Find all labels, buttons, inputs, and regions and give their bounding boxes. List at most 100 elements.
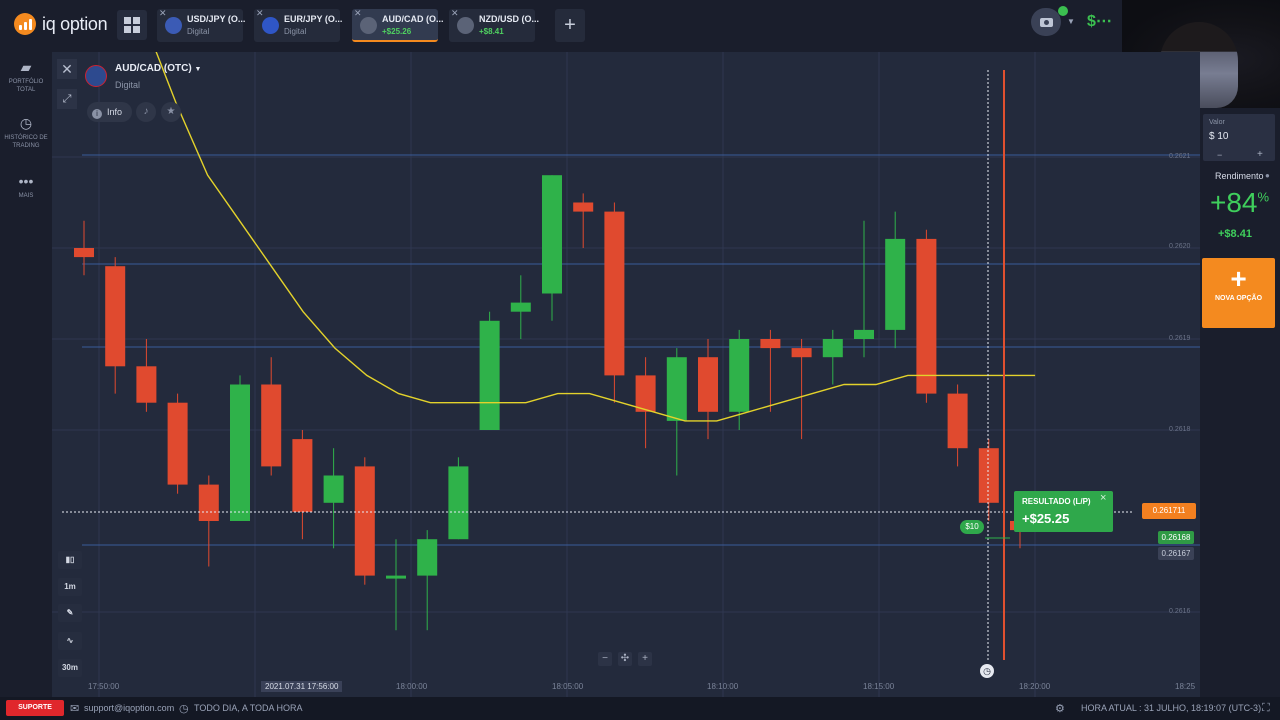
support-button[interactable]: SUPORTE [6, 700, 64, 716]
new-option-button[interactable]: + NOVA OPÇÃO [1202, 258, 1275, 328]
timeframe-button[interactable]: 1m [58, 578, 82, 596]
payout-percent: +84% [1210, 187, 1269, 219]
flag-icon [262, 17, 279, 34]
candle-body [791, 348, 812, 358]
sidebar-item-history[interactable]: ◷ HISTÓRICO DE TRADING [0, 116, 52, 150]
asset-tab-usd-jpy[interactable]: ✕ USD/JPY (O... Digital [157, 8, 246, 42]
info-icon: i [92, 109, 102, 119]
candle-body [947, 393, 968, 449]
increase-amount-button[interactable]: + [1257, 149, 1263, 160]
close-chart-button[interactable]: ✕ [57, 59, 77, 79]
candle-body [573, 202, 594, 212]
expand-chart-button[interactable]: ⤢ [57, 89, 77, 109]
chevron-down-icon[interactable]: ▼ [1067, 17, 1075, 26]
info-button[interactable]: i Info [87, 102, 132, 122]
grid-icon [124, 17, 140, 33]
briefcase-icon: ▰ [20, 59, 32, 75]
wave-icon: ∿ [66, 636, 74, 645]
candle-body [292, 439, 313, 512]
candle-body [417, 539, 438, 576]
zoom-in-button[interactable]: + [638, 652, 652, 666]
pencil-icon: ✎ [66, 608, 74, 617]
tab-profit: +$25.26 [382, 27, 412, 36]
y-tick-label: 0.2618 [1169, 426, 1191, 433]
candle-body [978, 448, 999, 503]
drawing-tools-button[interactable]: ✎ [58, 604, 82, 622]
add-tab-button[interactable]: + [555, 9, 585, 42]
current-price-label: 0.261711 [1142, 503, 1196, 519]
candle-body [822, 339, 843, 358]
asset-tab-eur-jpy[interactable]: ✕ EUR/JPY (O... Digital [254, 8, 342, 42]
x-tick-label: 18:05:00 [552, 682, 584, 691]
y-tick-label: 0.2619 [1169, 335, 1191, 342]
close-tab-icon[interactable]: ✕ [354, 8, 362, 19]
iq-option-logo[interactable]: iq option [14, 13, 108, 35]
candle-body [760, 339, 781, 349]
history-icon: ◷ [19, 115, 33, 131]
candle-period-button[interactable]: 30m [58, 659, 82, 677]
candle-body [666, 357, 687, 421]
close-icon[interactable]: × [1100, 492, 1106, 504]
indicators-button[interactable]: ∿ [58, 632, 82, 650]
sidebar-item-more[interactable]: ••• MAIS [0, 174, 52, 200]
flag-icon [165, 17, 182, 34]
candle-body [198, 484, 219, 521]
tab-profit: +$8.41 [479, 27, 504, 36]
tab-type: Digital [284, 27, 307, 36]
support-email[interactable]: support@iqoption.com [84, 703, 174, 713]
entry-price-label: 0.26168 [1158, 531, 1194, 544]
asset-name: AUD/CAD (OTC) [115, 63, 192, 74]
sidebar-item-portfolio[interactable]: ▰ PORTFÓLIO TOTAL [0, 60, 52, 94]
fullscreen-icon[interactable]: ⛶ [1262, 702, 1270, 715]
candle-body [230, 384, 250, 521]
candle-body [74, 248, 94, 258]
x-tick-label: 17:50:00 [88, 682, 120, 691]
candle-body [479, 320, 500, 430]
amount-input[interactable]: Valor $ 10 − + [1203, 114, 1275, 161]
plus-icon: + [1230, 263, 1247, 294]
candle-body [698, 357, 718, 412]
close-tab-icon[interactable]: ✕ [451, 8, 459, 19]
x-tick-label: 18:20:00 [1019, 682, 1051, 691]
close-tab-icon[interactable]: ✕ [159, 8, 167, 19]
aud-cad-flag-icon [85, 65, 107, 87]
candle-body [386, 575, 406, 579]
payout-percent-value: +84 [1210, 187, 1258, 218]
chart-type-button[interactable]: ▮▯ [58, 551, 82, 569]
asset-tab-aud-cad[interactable]: ✕ AUD/CAD (O... +$25.26 [352, 8, 444, 42]
chart-area[interactable] [52, 52, 1200, 697]
decrease-amount-button[interactable]: − [1217, 150, 1222, 160]
support-hours: TODO DIA, A TODA HORA [194, 703, 303, 713]
result-popup: RESULTADO (L/P) +$25.25 × [1014, 491, 1113, 532]
apps-grid-button[interactable] [117, 10, 147, 40]
camera-icon [1039, 17, 1053, 27]
candle-body [354, 466, 375, 576]
y-tick-label: 0.2616 [1169, 608, 1191, 615]
secondary-price-label: 0.26167 [1158, 547, 1194, 560]
zoom-out-button[interactable]: − [598, 652, 612, 666]
tab-label: AUD/CAD (O... [382, 14, 444, 24]
bell-icon[interactable]: ♪ [136, 102, 156, 122]
clock-icon: ◷ [179, 703, 189, 715]
deposit-dollar-icon[interactable]: $⋯ [1087, 11, 1112, 31]
tab-label: USD/JPY (O... [187, 14, 246, 24]
asset-selector[interactable]: AUD/CAD (OTC) ▼ [115, 63, 201, 74]
settings-gear-icon[interactable]: ⚙ [1055, 702, 1065, 715]
stake-badge: $10 [960, 520, 984, 534]
result-value: +$25.25 [1022, 511, 1070, 526]
asset-tab-nzd-usd[interactable]: ✕ NZD/USD (O... +$8.41 [449, 8, 539, 42]
help-icon[interactable]: ● [1265, 171, 1270, 180]
x-tick-label: 18:25 [1175, 682, 1196, 691]
close-tab-icon[interactable]: ✕ [256, 8, 264, 19]
percent-sign: % [1257, 189, 1270, 205]
flag-icon [360, 17, 377, 34]
zoom-reset-button[interactable]: ✣ [618, 652, 632, 666]
star-icon[interactable]: ★ [161, 102, 181, 122]
result-title: RESULTADO (L/P) [1022, 497, 1091, 506]
payout-label: Rendimento [1215, 171, 1264, 181]
tab-label: NZD/USD (O... [479, 14, 539, 24]
screenshot-button[interactable] [1031, 8, 1061, 36]
check-badge-icon [1058, 6, 1068, 16]
candlestick-chart[interactable] [52, 52, 1200, 697]
x-tick-label: 18:00:00 [396, 682, 428, 691]
